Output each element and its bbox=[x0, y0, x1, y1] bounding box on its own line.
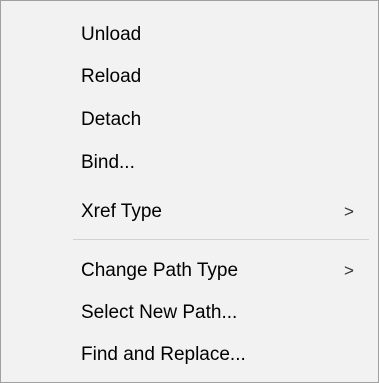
menu-item-reload[interactable]: Reload bbox=[1, 55, 378, 99]
context-menu: Unload Reload Detach Bind... Xref Type >… bbox=[0, 0, 379, 383]
menu-item-bind[interactable]: Bind... bbox=[1, 141, 378, 185]
menu-item-change-path-type[interactable]: Change Path Type > bbox=[1, 249, 378, 293]
menu-item-xref-type[interactable]: Xref Type > bbox=[1, 190, 378, 234]
menu-item-label: Xref Type bbox=[81, 201, 162, 222]
menu-separator bbox=[73, 239, 369, 240]
chevron-right-icon: > bbox=[344, 202, 354, 221]
menu-item-label: Find and Replace... bbox=[81, 344, 246, 365]
menu-item-select-new-path[interactable]: Select New Path... bbox=[1, 291, 378, 335]
menu-item-find-and-replace[interactable]: Find and Replace... bbox=[1, 333, 378, 377]
menu-item-label: Bind... bbox=[81, 152, 135, 173]
menu-item-label: Change Path Type bbox=[81, 260, 239, 281]
menu-item-detach[interactable]: Detach bbox=[1, 98, 378, 142]
menu-item-label: Select New Path... bbox=[81, 302, 238, 323]
chevron-right-icon: > bbox=[344, 261, 354, 280]
menu-item-label: Reload bbox=[81, 66, 142, 87]
menu-item-label: Unload bbox=[81, 24, 142, 45]
menu-item-unload[interactable]: Unload bbox=[1, 13, 378, 57]
menu-item-label: Detach bbox=[81, 109, 142, 130]
